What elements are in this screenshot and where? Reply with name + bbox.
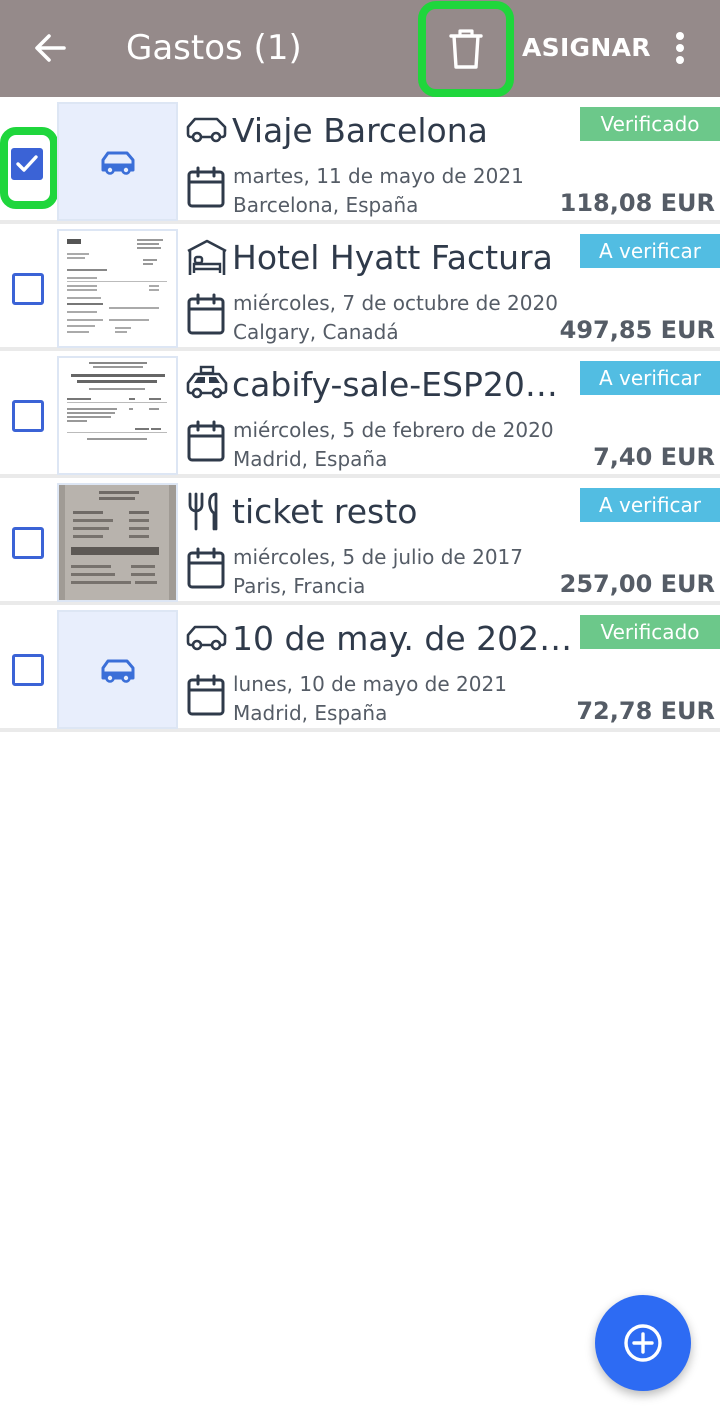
car-outline-icon bbox=[184, 110, 230, 150]
expense-row[interactable]: 10 de may. de 2021 … Verificado lunes, 1… bbox=[0, 605, 720, 732]
expense-date: lunes, 10 de mayo de 2021 bbox=[233, 672, 507, 696]
expense-name: cabify-sale-ESP20B… bbox=[232, 365, 577, 404]
receipt-thumbnail[interactable] bbox=[57, 483, 178, 602]
expense-name: ticket resto bbox=[232, 492, 418, 531]
row-checkbox[interactable] bbox=[12, 273, 44, 305]
expense-date: miércoles, 5 de julio de 2017 bbox=[233, 545, 523, 569]
receipt-thumbnail[interactable] bbox=[57, 229, 178, 348]
car-icon bbox=[101, 659, 134, 683]
expense-name: 10 de may. de 2021 … bbox=[232, 619, 577, 658]
receipt-document-image bbox=[59, 231, 176, 346]
trash-icon bbox=[449, 29, 483, 69]
expense-amount: 7,40 EUR bbox=[593, 443, 715, 471]
delete-button[interactable] bbox=[418, 1, 514, 97]
expense-amount: 118,08 EUR bbox=[559, 189, 715, 217]
status-badge: A verificar bbox=[580, 234, 720, 268]
status-badge: Verificado bbox=[580, 615, 720, 649]
status-badge: A verificar bbox=[580, 488, 720, 522]
receipt-document-image bbox=[59, 358, 176, 473]
status-badge: A verificar bbox=[580, 361, 720, 395]
expense-location: Paris, Francia bbox=[233, 574, 366, 598]
row-select-area bbox=[0, 228, 56, 347]
expense-name: Hotel Hyatt Factura bbox=[232, 238, 553, 277]
expense-amount: 257,00 EUR bbox=[559, 570, 715, 598]
expense-date: miércoles, 7 de octubre de 2020 bbox=[233, 291, 558, 315]
checkmark-icon bbox=[16, 155, 38, 172]
expense-location: Madrid, España bbox=[233, 447, 388, 471]
expense-row[interactable]: ticket resto A verificar miércoles, 5 de… bbox=[0, 478, 720, 605]
add-expense-button[interactable] bbox=[595, 1295, 691, 1391]
calendar-icon bbox=[186, 292, 226, 336]
receipt-thumbnail[interactable] bbox=[57, 610, 178, 729]
row-select-area bbox=[0, 609, 56, 728]
expense-list: Viaje Barcelona Verificado martes, 11 de… bbox=[0, 97, 720, 732]
expense-amount: 72,78 EUR bbox=[576, 697, 715, 725]
car-icon bbox=[101, 151, 134, 175]
row-checkbox[interactable] bbox=[12, 654, 44, 686]
receipt-thumbnail[interactable] bbox=[57, 356, 178, 475]
row-select-area bbox=[0, 101, 58, 220]
car-outline-icon bbox=[184, 618, 230, 658]
app-bar: Gastos (1) ASIGNAR bbox=[0, 0, 720, 97]
page-title: Gastos (1) bbox=[126, 28, 302, 68]
assign-button[interactable]: ASIGNAR bbox=[522, 30, 651, 66]
expense-date: martes, 11 de mayo de 2021 bbox=[233, 164, 524, 188]
expense-location: Madrid, España bbox=[233, 701, 388, 725]
receipt-photo-image bbox=[59, 485, 176, 600]
expense-row[interactable]: cabify-sale-ESP20B… A verificar miércole… bbox=[0, 351, 720, 478]
expense-row[interactable]: Hotel Hyatt Factura A verificar miércole… bbox=[0, 224, 720, 351]
expense-location: Barcelona, España bbox=[233, 193, 419, 217]
row-select-area bbox=[0, 355, 56, 474]
plus-circle-icon bbox=[624, 1324, 662, 1362]
calendar-icon bbox=[186, 546, 226, 590]
fork-knife-icon bbox=[184, 491, 230, 531]
hotel-bed-icon bbox=[184, 237, 230, 277]
selection-highlight bbox=[0, 127, 58, 209]
row-checkbox[interactable] bbox=[12, 400, 44, 432]
status-badge: Verificado bbox=[580, 107, 720, 141]
expense-location: Calgary, Canadá bbox=[233, 320, 399, 344]
back-arrow-icon[interactable] bbox=[28, 26, 72, 70]
calendar-icon bbox=[186, 165, 226, 209]
expense-amount: 497,85 EUR bbox=[559, 316, 715, 344]
expense-name: Viaje Barcelona bbox=[232, 111, 488, 150]
taxi-icon bbox=[184, 364, 230, 404]
calendar-icon bbox=[186, 419, 226, 463]
row-select-area bbox=[0, 482, 56, 601]
row-checkbox[interactable] bbox=[12, 527, 44, 559]
receipt-thumbnail[interactable] bbox=[57, 102, 178, 221]
expense-date: miércoles, 5 de febrero de 2020 bbox=[233, 418, 554, 442]
more-options-icon[interactable] bbox=[664, 24, 696, 72]
expense-row[interactable]: Viaje Barcelona Verificado martes, 11 de… bbox=[0, 97, 720, 224]
row-checkbox[interactable] bbox=[11, 148, 43, 180]
calendar-icon bbox=[186, 673, 226, 717]
